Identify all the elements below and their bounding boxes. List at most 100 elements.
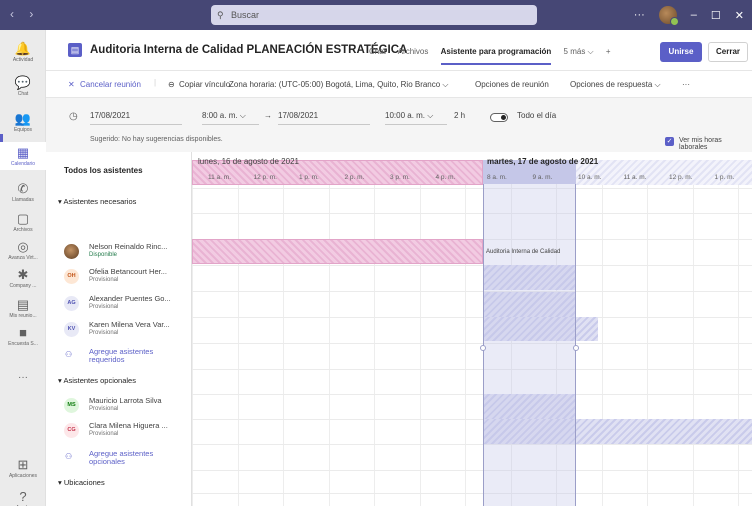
time-tick: 8 a. m.: [487, 174, 507, 181]
duration-label: 2 h: [454, 111, 466, 120]
more-options-icon[interactable]: ···: [634, 9, 645, 21]
meeting-tabs: Chat Archivos Asistente para programació…: [369, 47, 621, 57]
busy-block-nelson: [192, 239, 483, 264]
app-rail: 🔔 Actividad 💬 Chat 👥 Equipos ▦ Calendario ✆ Llama…: [0, 30, 46, 506]
add-required-label: Agregue asistentes requeridos: [89, 347, 154, 364]
work-hours-label: Ver mis horas laborales: [679, 137, 722, 151]
search-icon: ⚲: [217, 10, 224, 20]
rail-item-label: Archivos: [13, 227, 33, 233]
chat-icon: 💬: [14, 75, 32, 90]
phone-icon: ✆: [17, 181, 29, 196]
close-button[interactable]: Cerrar: [708, 42, 748, 62]
meeting-options-button[interactable]: Opciones de reunión: [475, 80, 549, 89]
rail-item-survey[interactable]: ■ Encuesta S...: [0, 322, 46, 350]
response-options-dropdown[interactable]: Opciones de respuesta ⌵: [570, 80, 661, 90]
time-tick: 1 p. m.: [714, 174, 735, 181]
tab-files[interactable]: Archivos: [398, 47, 429, 56]
attendee-name: Clara Milena Higuera ...: [89, 421, 168, 430]
meetings-icon: ▤: [16, 297, 30, 312]
rail-item-meetings[interactable]: ▤ Mis reunio...: [0, 294, 46, 322]
user-avatar[interactable]: [658, 6, 679, 26]
locations-section-header[interactable]: ▾ Ubicaciones: [58, 478, 105, 487]
tab-scheduling-assistant[interactable]: Asistente para programación: [441, 47, 552, 56]
app-icon: ◎: [17, 239, 29, 254]
join-button[interactable]: Unirse: [660, 42, 702, 62]
add-required-attendees-link[interactable]: ⚇ Agregue asistentes requeridos: [64, 348, 192, 368]
rail-item-bell[interactable]: 🔔 Actividad: [0, 38, 46, 66]
tab-more[interactable]: 5 más ⌵: [564, 47, 594, 56]
attendee-status: Disponible: [89, 252, 118, 258]
back-forward-icon[interactable]: ‹ ›: [10, 7, 39, 21]
end-date-field[interactable]: 17/08/2021: [278, 111, 370, 125]
suggestion-text: Sugerido: No hay sugerencias disponibles…: [90, 136, 223, 143]
calendar-icon: ▤: [68, 43, 82, 57]
rail-item-help[interactable]: ?Ayuda: [0, 486, 46, 506]
attendee-name: Nelson Reinaldo Rinc...: [89, 242, 168, 251]
arrow-icon: →: [264, 111, 272, 120]
time-tick: 12 p. m.: [253, 174, 277, 181]
start-time-field[interactable]: 8:00 a. m. ⌵: [202, 111, 259, 125]
copy-link-button[interactable]: Copiar vínculo: [179, 80, 230, 89]
avatar: MS: [64, 398, 79, 413]
add-tab-button[interactable]: +: [606, 47, 611, 56]
attendee-status: Provisional: [89, 304, 119, 310]
timezone-dropdown[interactable]: Zona horaria: (UTC-05:00) Bogotá, Lima, …: [229, 80, 449, 90]
selected-time-slot[interactable]: [483, 160, 576, 506]
rail-item-calendar[interactable]: ▦ Calendario: [0, 142, 46, 170]
cancel-meeting-button[interactable]: Cancelar reunión: [80, 80, 141, 89]
attendee-name: Karen Milena Vera Var...: [89, 320, 170, 329]
meeting-block-label: Auditoria Interna de Calidad: [486, 249, 561, 255]
add-optional-attendees-link[interactable]: ⚇ Agregue asistentes opcionales: [64, 450, 192, 470]
optional-section-label: Asistentes opcionales: [63, 376, 136, 385]
resize-handle-left[interactable]: [480, 345, 486, 351]
rail-item-teams[interactable]: 👥 Equipos: [0, 108, 46, 136]
rail-item-label: Llamadas: [12, 197, 34, 203]
rail-item-company[interactable]: ✱ Company ...: [0, 264, 46, 292]
work-hours-checkbox[interactable]: ✓: [665, 137, 674, 146]
rail-item-apps[interactable]: ⊞ Aplicaciones: [0, 454, 46, 482]
attendee-status: Provisional: [89, 330, 119, 336]
rail-item-label: Equipos: [13, 127, 33, 133]
meeting-toolbar: ✕ Cancelar reunión | ⊖ Copiar vínculo Zo…: [46, 70, 752, 98]
tab-chat[interactable]: Chat: [369, 47, 386, 56]
time-tick: 11 a. m.: [208, 174, 232, 181]
day-header-monday: lunes, 16 de agosto de 2021: [198, 157, 299, 166]
close-window-icon[interactable]: ✕: [735, 9, 744, 22]
rail-item-chat[interactable]: 💬 Chat: [0, 72, 46, 100]
attendee-status: Provisional: [89, 431, 119, 437]
attendee-row[interactable]: KV Karen Milena Vera Var... Provisional: [64, 316, 192, 346]
end-time-field[interactable]: 10:00 a. m. ⌵: [385, 111, 447, 125]
apps-icon: ⊞: [17, 457, 29, 472]
cancel-icon: ✕: [68, 80, 75, 89]
teams-app: ‹ › ⚲ Buscar ··· – ☐ ✕ 🔔 Actividad 💬 Chat 👥 E…: [0, 0, 752, 506]
rail-item-label: Mis reunio...: [9, 313, 37, 319]
all-day-toggle[interactable]: [490, 113, 508, 122]
tentative-block-all: [576, 160, 752, 185]
required-section-header[interactable]: ▾ Asistentes necesarios: [58, 197, 136, 206]
optional-section-header[interactable]: ▾ Asistentes opcionales: [58, 376, 136, 385]
required-section-label: Asistentes necesarios: [63, 197, 137, 206]
rail-item-file[interactable]: ▢ Archivos: [0, 208, 46, 236]
avatar: KV: [64, 322, 79, 337]
rail-item-phone[interactable]: ✆ Llamadas: [0, 178, 46, 206]
search-input[interactable]: ⚲ Buscar: [211, 5, 537, 25]
start-date-field[interactable]: 17/08/2021: [90, 111, 182, 125]
add-optional-label: Agregue asistentes opcionales: [89, 449, 154, 466]
avatar: AG: [64, 296, 79, 311]
maximize-icon[interactable]: ☐: [711, 9, 721, 22]
rail-more-icon[interactable]: ···: [0, 372, 46, 383]
title-bar: ‹ › ⚲ Buscar ··· – ☐ ✕: [0, 0, 752, 30]
toolbar-more-icon[interactable]: ···: [682, 80, 690, 89]
rail-item-app[interactable]: ◎ Avanza Virt...: [0, 236, 46, 264]
time-tick: 11 a. m.: [623, 174, 647, 181]
resize-handle-right[interactable]: [573, 345, 579, 351]
divider: |: [154, 78, 157, 87]
attendee-row[interactable]: CG Clara Milena Higuera ... Provisional: [64, 417, 192, 447]
minimize-icon[interactable]: –: [691, 9, 697, 21]
link-icon: ⊖: [168, 80, 175, 89]
rail-item-label: Chat: [17, 91, 29, 97]
time-tick: 2 p. m.: [344, 174, 365, 181]
attendee-row[interactable]: OH Ofelia Betancourt Her... Provisional: [64, 263, 192, 293]
scheduling-grid: Auditoria Interna de Calidad lunes, 16 d…: [46, 152, 752, 506]
all-day-label: Todo el día: [517, 111, 557, 120]
